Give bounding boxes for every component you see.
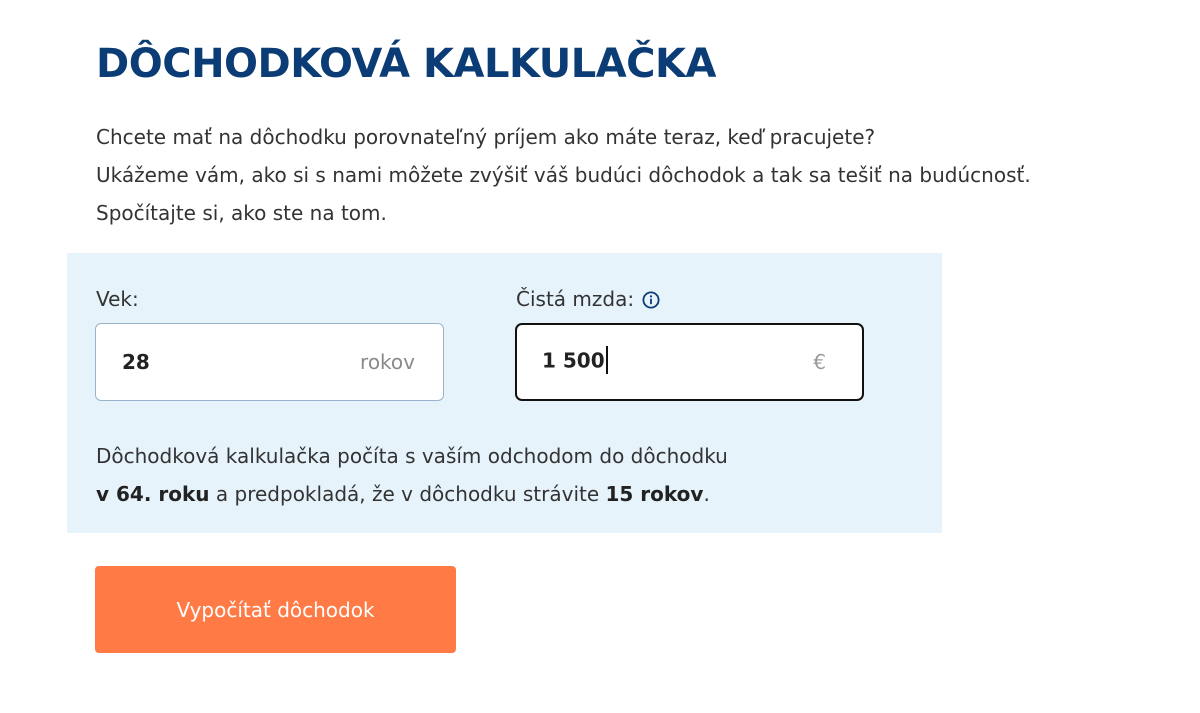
retirement-note: Dôchodková kalkulačka počíta s vaším odc…	[96, 437, 728, 513]
salary-input-value-wrap: 1 500	[542, 346, 608, 376]
intro-line-2: Ukážeme vám, ako si s nami môžete zvýšiť…	[96, 163, 1031, 187]
age-input[interactable]: 28 rokov	[95, 323, 444, 401]
calculate-pension-button[interactable]: Vypočítať dôchodok	[95, 566, 456, 653]
intro-line-3: Spočítajte si, ako ste na tom.	[96, 201, 387, 225]
salary-label: Čistá mzda:	[516, 287, 635, 311]
age-input-value: 28	[122, 350, 150, 374]
salary-input-value: 1 500	[542, 348, 605, 373]
info-circle-icon[interactable]	[642, 290, 660, 309]
age-label: Vek:	[96, 287, 139, 311]
intro-text: Chcete mať na dôchodku porovnateľný príj…	[96, 118, 1156, 232]
note-line-1: Dôchodková kalkulačka počíta s vaším odc…	[96, 444, 728, 468]
retirement-age: v 64. roku	[96, 482, 210, 506]
page-title: DÔCHODKOVÁ KALKULAČKA	[96, 41, 716, 87]
salary-input[interactable]: 1 500 €	[515, 323, 864, 401]
age-unit: rokov	[360, 350, 415, 374]
salary-unit: €	[813, 350, 826, 374]
note-middle: a predpokladá, že v dôchodku strávite	[209, 482, 606, 506]
note-end: .	[703, 482, 710, 506]
text-caret	[605, 346, 608, 374]
note-line-2: v 64. roku a predpokladá, že v dôchodku …	[96, 475, 728, 513]
salary-label-row: Čistá mzda:	[516, 287, 660, 311]
intro-line-1: Chcete mať na dôchodku porovnateľný príj…	[96, 125, 876, 149]
retirement-years: 15 rokov	[605, 482, 704, 506]
calculator-panel: Vek: Čistá mzda: 28 rokov 1 500 € Dôchod…	[67, 253, 942, 533]
